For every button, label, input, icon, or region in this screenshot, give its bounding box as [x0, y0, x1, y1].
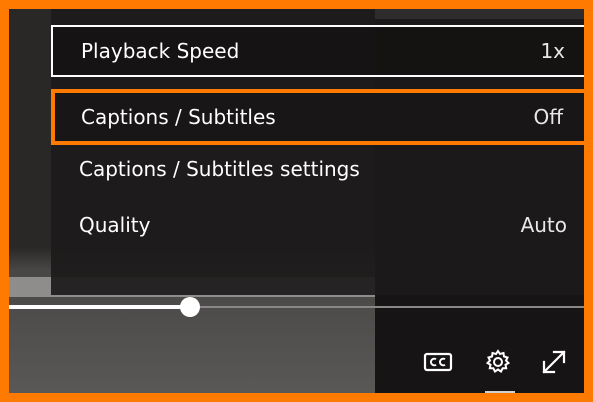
closed-captions-icon — [423, 352, 453, 372]
menu-item-captions-subtitles[interactable]: Captions / Subtitles Off — [51, 89, 584, 145]
menu-item-label: Quality — [79, 213, 151, 237]
control-bar — [409, 333, 584, 393]
menu-item-quality[interactable]: Quality Auto — [51, 199, 584, 251]
progress-bar[interactable] — [9, 297, 584, 317]
fullscreen-button[interactable] — [537, 345, 571, 379]
progress-handle[interactable] — [180, 297, 201, 317]
menu-item-label: Playback Speed — [81, 39, 240, 63]
settings-menu: Playback Speed 1x Captions / Subtitles O… — [51, 9, 584, 295]
progress-played — [9, 305, 191, 309]
video-player: Playback Speed 1x Captions / Subtitles O… — [0, 0, 593, 402]
settings-active-indicator — [485, 391, 515, 393]
menu-item-value: Off — [533, 105, 563, 129]
settings-button[interactable] — [481, 345, 515, 379]
menu-item-value: 1x — [540, 39, 565, 63]
menu-item-label: Captions / Subtitles — [81, 105, 276, 129]
fullscreen-icon — [542, 350, 566, 374]
closed-captions-button[interactable] — [421, 345, 455, 379]
menu-item-playback-speed[interactable]: Playback Speed 1x — [51, 25, 584, 77]
menu-item-value: Auto — [520, 213, 567, 237]
gear-icon — [485, 349, 511, 373]
menu-item-captions-subtitles-settings[interactable]: Captions / Subtitles settings — [51, 143, 584, 195]
menu-item-label: Captions / Subtitles settings — [79, 157, 360, 181]
